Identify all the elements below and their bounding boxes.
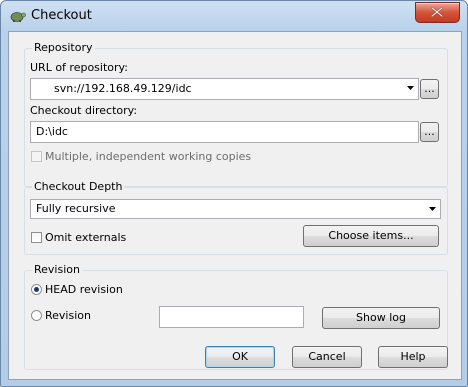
multiple-copies-label: Multiple, independent working copies	[45, 150, 252, 163]
url-combobox[interactable]: svn://192.168.49.129/idc	[30, 78, 419, 100]
help-button[interactable]: Help	[378, 346, 448, 368]
repository-group-label: Repository	[32, 41, 95, 54]
depth-value: Fully recursive	[36, 202, 116, 215]
close-button[interactable]	[415, 2, 460, 23]
revision-radio[interactable]	[31, 310, 42, 321]
checkout-dialog: Checkout Repository URL of repository: s…	[0, 0, 468, 387]
close-icon	[431, 7, 443, 17]
omit-externals-label: Omit externals	[45, 231, 127, 244]
chevron-down-icon	[407, 86, 414, 90]
url-label: URL of repository:	[30, 61, 128, 74]
cancel-button[interactable]: Cancel	[292, 346, 362, 368]
url-value: svn://192.168.49.129/idc	[54, 82, 192, 95]
revision-group-label: Revision	[32, 263, 82, 276]
chevron-down-icon	[429, 207, 436, 211]
head-revision-radio[interactable]	[31, 284, 42, 295]
checkout-depth-group-label: Checkout Depth	[32, 180, 125, 193]
dialog-body: Repository URL of repository: svn://192.…	[8, 31, 462, 380]
revision-input[interactable]	[159, 306, 304, 328]
revision-label: Revision	[45, 309, 91, 322]
checkout-dir-input[interactable]: D:\idc	[30, 121, 419, 143]
omit-externals-checkbox[interactable]	[31, 232, 42, 243]
dir-label: Checkout directory:	[30, 104, 138, 117]
tortoise-icon	[10, 12, 26, 22]
choose-items-button[interactable]: Choose items...	[303, 225, 439, 247]
title-bar[interactable]: Checkout	[1, 1, 467, 31]
dir-value: D:\idc	[36, 125, 68, 138]
window-title: Checkout	[31, 8, 92, 23]
multiple-copies-checkbox[interactable]	[31, 151, 42, 162]
depth-select[interactable]: Fully recursive	[30, 199, 441, 219]
url-browse-button[interactable]: ...	[420, 79, 439, 99]
show-log-button[interactable]: Show log	[322, 307, 440, 329]
head-revision-label: HEAD revision	[45, 283, 123, 296]
dir-browse-button[interactable]: ...	[420, 122, 439, 142]
ok-button[interactable]: OK	[205, 346, 275, 368]
